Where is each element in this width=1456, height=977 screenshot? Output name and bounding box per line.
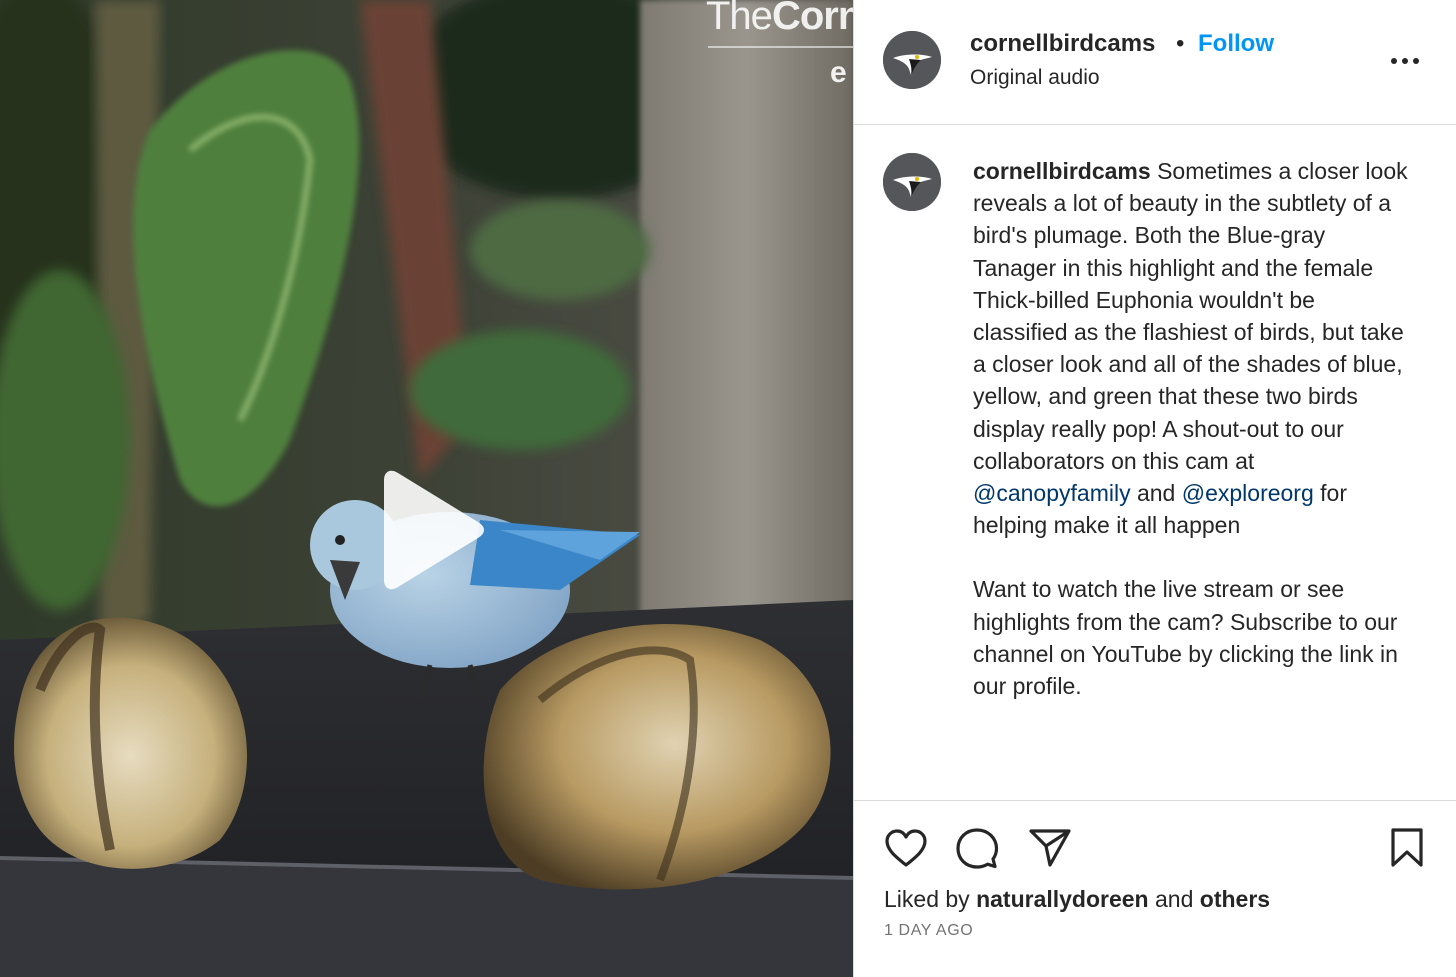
caption-text: Sometimes a closer look reveals a lot of… xyxy=(973,158,1408,474)
heart-icon xyxy=(885,829,927,867)
post-caption: cornellbirdcams Sometimes a closer look … xyxy=(973,155,1413,734)
separator-dot: • xyxy=(1176,30,1185,57)
post-actions: Liked by naturallydoreen and others 1 DA… xyxy=(854,801,1456,977)
post-sidebar: cornellbirdcams • Follow Original audio … xyxy=(853,0,1456,977)
cornell-bird-logo-icon xyxy=(883,31,941,89)
watermark-divider xyxy=(708,46,853,48)
bookmark-icon xyxy=(1391,828,1423,867)
caption-section: cornellbirdcams Sometimes a closer look … xyxy=(854,125,1456,801)
mention-canopyfamily[interactable]: @canopyfamily xyxy=(973,480,1131,506)
likes-middle: and xyxy=(1148,886,1200,912)
caption-avatar[interactable] xyxy=(883,153,941,211)
share-icon xyxy=(1029,829,1071,867)
save-button[interactable] xyxy=(1390,827,1424,874)
watermark-subtext: e xyxy=(830,56,847,89)
comment-button[interactable] xyxy=(955,827,999,876)
comment-icon xyxy=(956,828,999,869)
play-icon xyxy=(384,470,484,590)
liked-by-user[interactable]: naturallydoreen xyxy=(976,886,1149,912)
cam-watermark: TheCorn xyxy=(706,0,853,38)
video-player[interactable]: TheCorn e xyxy=(0,0,853,977)
more-options-button[interactable] xyxy=(1390,46,1420,76)
like-button[interactable] xyxy=(884,828,928,873)
follow-button[interactable]: Follow xyxy=(1198,30,1274,58)
play-button[interactable] xyxy=(370,468,490,592)
likes-summary: Liked by naturallydoreen and others xyxy=(884,886,1270,913)
likes-prefix: Liked by xyxy=(884,886,977,912)
audio-label[interactable]: Original audio xyxy=(970,66,1100,90)
post-author-username[interactable]: cornellbirdcams xyxy=(970,30,1155,58)
liked-by-others[interactable]: others xyxy=(1200,886,1270,912)
more-options-icon xyxy=(1391,58,1419,64)
avatar[interactable] xyxy=(883,31,941,89)
post-timestamp[interactable]: 1 DAY AGO xyxy=(884,922,973,940)
post-header: cornellbirdcams • Follow Original audio xyxy=(854,0,1456,125)
caption-paragraph-2: Want to watch the live stream or see hig… xyxy=(973,576,1398,700)
share-button[interactable] xyxy=(1028,827,1072,874)
cornell-bird-logo-icon xyxy=(883,153,941,211)
mention-exploreorg[interactable]: @exploreorg xyxy=(1182,480,1314,506)
caption-username[interactable]: cornellbirdcams xyxy=(973,158,1151,184)
caption-text: and xyxy=(1130,480,1182,507)
caption-paragraph: cornellbirdcams Sometimes a closer look … xyxy=(973,155,1413,541)
